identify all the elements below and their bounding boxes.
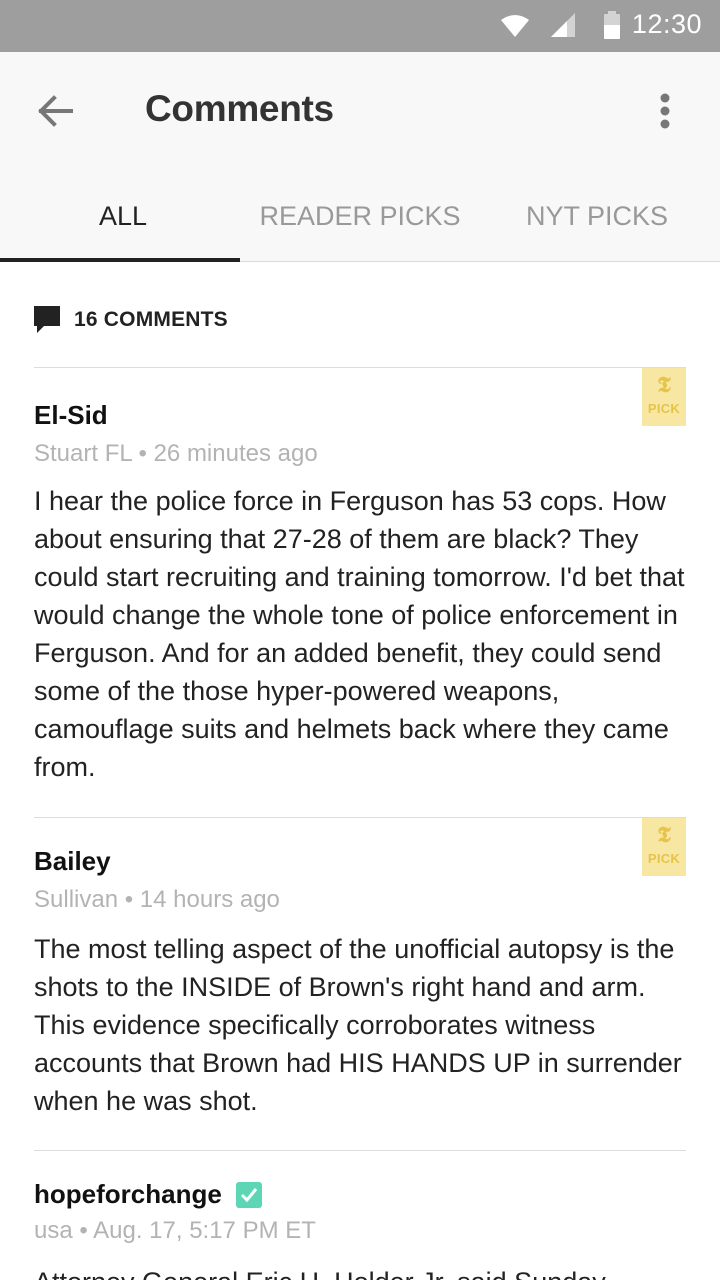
comment-meta: Stuart FL • 26 minutes ago — [34, 440, 318, 468]
comment-bubble-icon — [34, 306, 60, 333]
comment-body: Attorney General Eric H. Holder Jr. said… — [34, 1263, 686, 1280]
nyt-logo-icon: 𝕿 — [657, 372, 671, 398]
status-bar: 12:30 — [0, 0, 720, 52]
comment-item: Bailey Sullivan • 14 hours ago The most … — [34, 817, 686, 1151]
more-vertical-icon — [660, 93, 670, 129]
comment-time: 14 hours ago — [139, 886, 280, 913]
comment-author-name: hopeforchange — [34, 1179, 222, 1209]
comment-location: Sullivan — [34, 886, 119, 913]
comment-item: El-Sid Stuart FL • 26 minutes ago I hear… — [34, 367, 686, 819]
comment-count-label: 16 COMMENTS — [74, 308, 228, 331]
comment-time: Aug. 17, 5:17 PM ET — [93, 1217, 316, 1244]
comment-meta: usa • Aug. 17, 5:17 PM ET — [34, 1217, 316, 1245]
comment-author[interactable]: hopeforchange — [34, 1179, 262, 1210]
comment-time: 26 minutes ago — [153, 440, 318, 467]
overflow-menu-button[interactable] — [630, 76, 700, 146]
battery-icon — [604, 11, 620, 39]
arrow-left-icon — [38, 95, 73, 127]
back-button[interactable] — [20, 76, 90, 146]
tab-nyt-picks[interactable]: NYT PICKS — [474, 170, 720, 262]
page-title: Comments — [145, 88, 334, 129]
active-tab-indicator — [0, 258, 240, 262]
meta-separator: • — [138, 440, 154, 467]
meta-separator: • — [79, 1217, 94, 1244]
comment-author-name: Bailey — [34, 846, 111, 876]
tab-reader-picks[interactable]: READER PICKS — [246, 170, 474, 262]
nyt-logo-icon: 𝕿 — [657, 822, 671, 848]
status-time: 12:30 — [631, 9, 702, 39]
tab-all[interactable]: ALL — [0, 170, 246, 262]
comment-author[interactable]: El-Sid — [34, 400, 108, 431]
nyt-pick-badge: 𝕿 PICK — [642, 368, 686, 426]
comment-count-header: 16 COMMENTS — [34, 300, 228, 340]
meta-separator: • — [124, 886, 140, 913]
comment-body: I hear the police force in Ferguson has … — [34, 486, 685, 782]
signal-icon — [551, 13, 575, 37]
app-bar: Comments — [0, 52, 720, 170]
comment-body: The most telling aspect of the unofficia… — [34, 934, 682, 1116]
wifi-icon — [501, 15, 529, 37]
check-badge-icon — [235, 1181, 262, 1208]
comment-location: Stuart FL — [34, 440, 132, 467]
pick-label: PICK — [647, 851, 681, 866]
comment-author-name: El-Sid — [34, 400, 108, 430]
comment-location: usa — [34, 1217, 73, 1244]
comment-item: hopeforchange usa • Aug. 17, 5:17 PM ET … — [34, 1150, 686, 1280]
comment-meta: Sullivan • 14 hours ago — [34, 886, 280, 914]
pick-label: PICK — [647, 401, 681, 416]
tab-bar: ALL READER PICKS NYT PICKS — [0, 170, 720, 262]
comment-author[interactable]: Bailey — [34, 846, 111, 877]
nyt-pick-badge: 𝕿 PICK — [642, 818, 686, 876]
